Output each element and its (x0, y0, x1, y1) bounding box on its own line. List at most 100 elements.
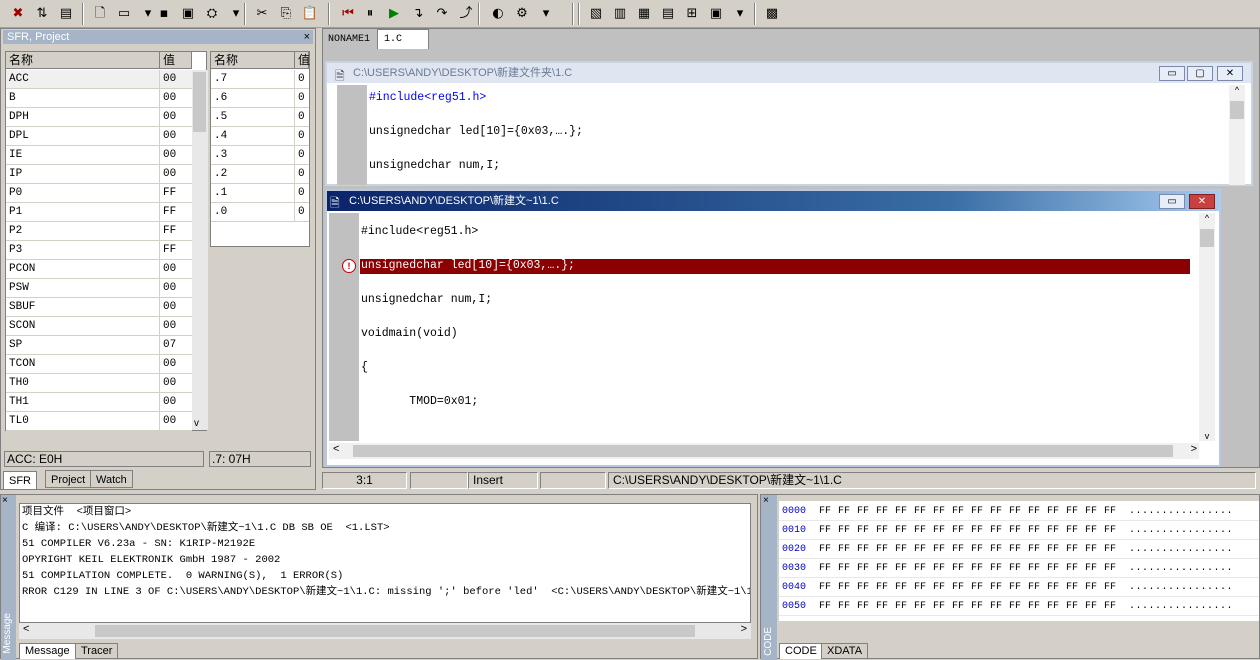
close-button[interactable]: ✕ (1189, 194, 1215, 209)
memory-row[interactable]: 0050 FF FF FF FF FF FF FF FF FF FF FF FF FF FF FF FF....… (779, 598, 1259, 616)
step-into-icon[interactable]: ↴ (408, 4, 428, 24)
register-value[interactable]: 00 (160, 298, 192, 317)
memory-byte[interactable]: FF (876, 541, 888, 559)
memory-byte[interactable]: FF (1104, 503, 1116, 521)
code-line-1[interactable]: #include<reg51.h> (369, 91, 486, 104)
memory-byte[interactable]: FF (876, 503, 888, 521)
scroll-thumb[interactable] (1200, 229, 1214, 247)
memory-byte[interactable]: FF (971, 541, 983, 559)
bit-name[interactable]: .7 (211, 70, 295, 89)
close-icon[interactable]: × (304, 30, 310, 44)
memory-byte[interactable]: FF (990, 598, 1002, 616)
bit-name[interactable]: .3 (211, 146, 295, 165)
open-file-icon[interactable]: ▭ (114, 4, 134, 24)
save-icon[interactable]: ▪ (154, 4, 174, 24)
memory-byte[interactable]: FF (1104, 560, 1116, 578)
col-header-name[interactable]: 名称 (6, 52, 160, 69)
memory-byte[interactable]: FF (857, 560, 869, 578)
bit-col-header-value[interactable]: 值 (295, 52, 310, 69)
cut-icon[interactable]: ✂ (252, 4, 272, 24)
memory-byte[interactable]: FF (914, 579, 926, 597)
rebuild-icon[interactable]: ⇅ (32, 4, 52, 24)
memory-byte[interactable]: FF (1085, 598, 1097, 616)
memory-byte[interactable]: FF (990, 522, 1002, 540)
scroll-down-icon[interactable]: v (194, 418, 199, 429)
register-name[interactable]: TH1 (6, 393, 160, 412)
memory-byte[interactable]: FF (914, 522, 926, 540)
register-name[interactable]: TCON (6, 355, 160, 374)
tab-code[interactable]: CODE (779, 643, 823, 659)
maximize-button[interactable]: ▢ (1187, 66, 1213, 81)
scroll-right-icon[interactable]: > (1191, 443, 1197, 455)
memory-byte[interactable]: FF (914, 541, 926, 559)
view2-icon[interactable]: ▥ (610, 4, 630, 24)
front-window-titlebar[interactable]: 🗎 C:\USERS\ANDY\DESKTOP\新建文~1\1.C (327, 191, 1219, 211)
memory-byte[interactable]: FF (990, 560, 1002, 578)
memory-byte[interactable]: FF (876, 579, 888, 597)
memory-byte[interactable]: FF (1104, 541, 1116, 559)
memory-byte[interactable]: FF (1066, 541, 1078, 559)
memory-byte[interactable]: FF (819, 541, 831, 559)
register-value[interactable]: 00 (160, 89, 192, 108)
scroll-thumb[interactable] (193, 72, 206, 132)
memory-byte[interactable]: FF (1028, 598, 1040, 616)
memory-byte[interactable]: FF (933, 579, 945, 597)
memory-byte[interactable]: FF (971, 522, 983, 540)
breakpoint-icon[interactable]: ◐ (488, 4, 508, 24)
view5-icon[interactable]: ⊞ (682, 4, 702, 24)
register-value[interactable]: 00 (160, 412, 192, 431)
memory-byte[interactable]: FF (971, 598, 983, 616)
new-file-icon[interactable]: 🗋 (90, 4, 110, 24)
front-editor-window[interactable]: 🗎 C:\USERS\ANDY\DESKTOP\新建文~1\1.C ▭ ✕ ! … (325, 189, 1221, 467)
memory-byte[interactable]: FF (1009, 579, 1021, 597)
memory-byte[interactable]: FF (838, 522, 850, 540)
memory-byte[interactable]: FF (933, 522, 945, 540)
back-editor-window[interactable]: 🗎 C:\USERS\ANDY\DESKTOP\新建文件夹\1.C ▭ ▢ ✕ … (325, 61, 1253, 186)
close-icon[interactable]: × (2, 495, 8, 506)
register-name[interactable]: SP (6, 336, 160, 355)
memory-byte[interactable]: FF (1028, 522, 1040, 540)
dropdown-icon[interactable]: ▾ (226, 4, 246, 24)
run-icon[interactable]: ▶ (384, 4, 404, 24)
register-value[interactable]: 00 (160, 165, 192, 184)
tab-message[interactable]: Message (19, 643, 76, 659)
code-line-3[interactable]: unsignedchar num,I; (369, 159, 500, 172)
register-name[interactable]: DPH (6, 108, 160, 127)
scroll-thumb[interactable] (1230, 101, 1244, 119)
memory-byte[interactable]: FF (1028, 541, 1040, 559)
tab-xdata[interactable]: XDATA (821, 643, 869, 659)
close-button[interactable]: ✕ (1217, 66, 1243, 81)
memory-byte[interactable]: FF (1047, 541, 1059, 559)
register-value[interactable]: 00 (160, 260, 192, 279)
memory-byte[interactable]: FF (1047, 579, 1059, 597)
dropdown-icon[interactable]: ▾ (536, 4, 556, 24)
view1-icon[interactable]: ▧ (586, 4, 606, 24)
register-name[interactable]: TH0 (6, 374, 160, 393)
restore-button[interactable]: ▭ (1159, 194, 1185, 209)
memory-byte[interactable]: FF (819, 522, 831, 540)
memory-byte[interactable]: FF (819, 579, 831, 597)
register-name[interactable]: TL0 (6, 412, 160, 431)
memory-byte[interactable]: FF (1085, 560, 1097, 578)
bit-name[interactable]: .0 (211, 203, 295, 222)
scroll-left-icon[interactable]: < (333, 443, 339, 455)
memory-byte[interactable]: FF (1085, 579, 1097, 597)
memory-row[interactable]: 0030 FF FF FF FF FF FF FF FF FF FF FF FF FF FF FF FF....… (779, 560, 1259, 578)
hscroll-thumb[interactable] (353, 445, 1173, 457)
options-icon[interactable]: ⚙ (512, 4, 532, 24)
memory-byte[interactable]: FF (857, 598, 869, 616)
memory-byte[interactable]: FF (838, 541, 850, 559)
bit-name[interactable]: .4 (211, 127, 295, 146)
register-value[interactable]: 00 (160, 70, 192, 89)
register-value[interactable]: 00 (160, 127, 192, 146)
memory-byte[interactable]: FF (895, 579, 907, 597)
close-icon[interactable]: × (763, 495, 769, 506)
memory-byte[interactable]: FF (1085, 503, 1097, 521)
code-line-4[interactable]: voidmain(void) (361, 327, 458, 340)
register-value[interactable]: 00 (160, 317, 192, 336)
register-value[interactable]: FF (160, 184, 192, 203)
bit-value[interactable]: 0 (295, 184, 309, 203)
memory-byte[interactable]: FF (933, 598, 945, 616)
register-name[interactable]: PCON (6, 260, 160, 279)
memory-byte[interactable]: FF (1028, 503, 1040, 521)
